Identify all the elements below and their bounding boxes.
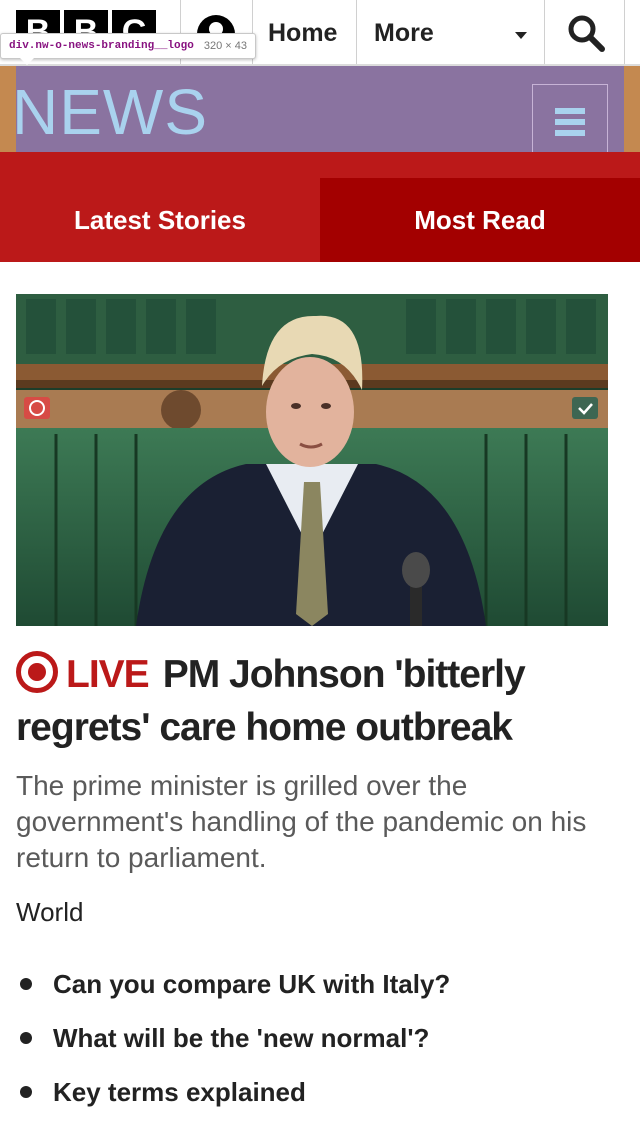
related-link-item[interactable]: What will be the 'new normal'? xyxy=(16,1016,616,1070)
tab-latest-stories[interactable]: Latest Stories xyxy=(0,178,320,262)
tab-most-read[interactable]: Most Read xyxy=(320,178,640,262)
lead-story-headline[interactable]: LIVE PM Johnson 'bitterly regrets' care h… xyxy=(16,648,616,754)
news-logo[interactable]: NEWS xyxy=(12,80,208,144)
lead-story-summary: The prime minister is grilled over the g… xyxy=(16,770,587,873)
nav-divider xyxy=(544,0,545,64)
menu-bar xyxy=(555,108,585,114)
nav-divider xyxy=(356,0,357,64)
devtools-tooltip-arrow xyxy=(20,58,34,65)
devtools-dimensions: 320 × 43 xyxy=(203,40,247,52)
story-tabs: Latest Stories Most Read xyxy=(0,152,640,262)
menu-bar xyxy=(555,130,585,136)
nav-more-link[interactable]: More xyxy=(374,0,434,64)
related-links: Can you compare UK with Italy? What will… xyxy=(16,962,616,1124)
related-link-item[interactable]: Key terms explained xyxy=(16,1070,616,1124)
devtools-margin-highlight xyxy=(624,66,640,152)
hamburger-icon[interactable] xyxy=(532,84,608,160)
related-link-text: Key terms explained xyxy=(53,1077,306,1107)
menu-bar xyxy=(555,119,585,125)
lead-story-image[interactable] xyxy=(16,294,608,626)
bullet-icon xyxy=(20,1086,32,1098)
related-link-text: What will be the 'new normal'? xyxy=(53,1023,430,1053)
devtools-element-tooltip: div.nw-o-news-branding__logo 320 × 43 xyxy=(0,33,256,59)
news-branding: NEWS xyxy=(0,66,640,160)
commons-scene-illustration xyxy=(16,294,608,626)
bullet-icon xyxy=(20,1032,32,1044)
live-label: LIVE xyxy=(66,653,150,696)
nav-home-link[interactable]: Home xyxy=(268,0,337,64)
bullet-icon xyxy=(20,978,32,990)
nav-divider xyxy=(624,0,625,64)
search-icon[interactable] xyxy=(566,13,606,53)
section-tag-world[interactable]: World xyxy=(16,896,83,928)
related-link-item[interactable]: Can you compare UK with Italy? xyxy=(16,962,616,1016)
related-link-text: Can you compare UK with Italy? xyxy=(53,969,451,999)
devtools-selector: div.nw-o-news-branding__logo xyxy=(9,40,194,52)
live-icon xyxy=(16,651,58,693)
chevron-down-icon xyxy=(515,32,527,39)
